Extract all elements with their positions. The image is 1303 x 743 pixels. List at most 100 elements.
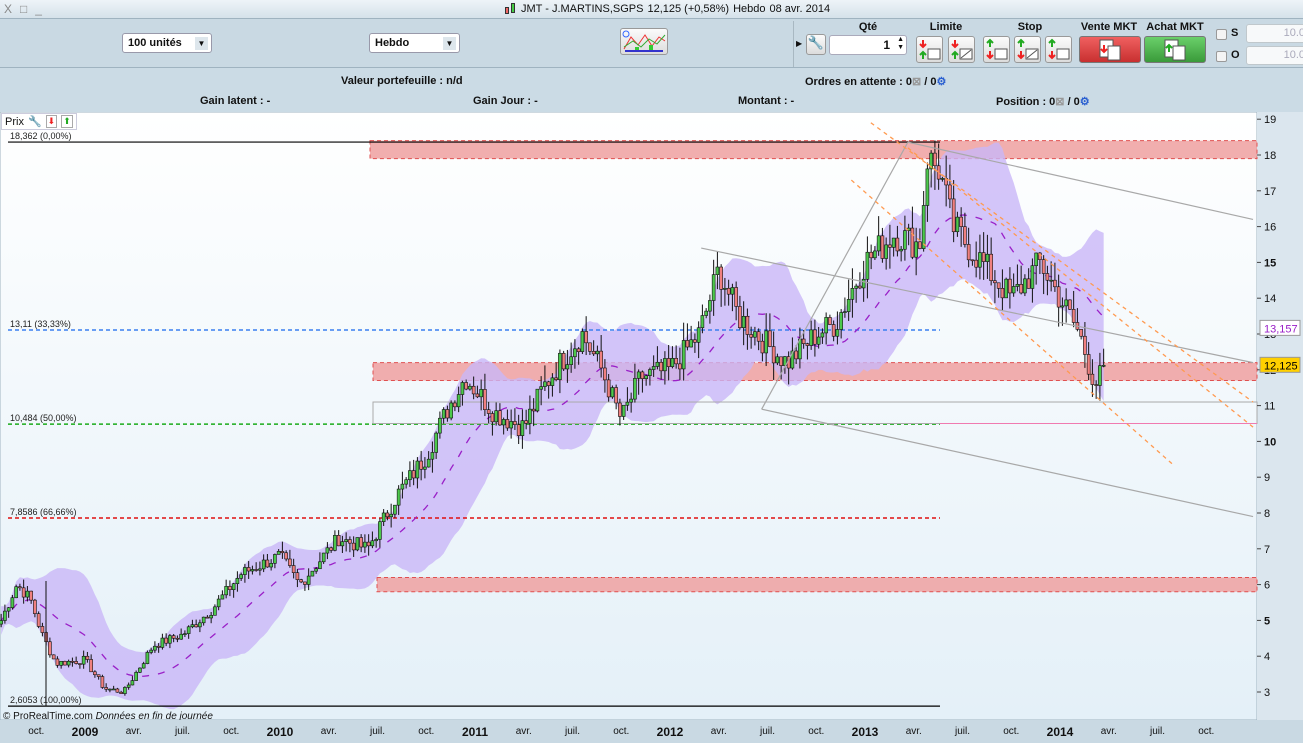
candle-body (779, 356, 783, 366)
candle-body (648, 369, 652, 376)
wrench-icon[interactable]: 🔧 (28, 115, 42, 128)
candle-body (134, 672, 138, 681)
candle-body (1079, 329, 1083, 337)
candle-body (385, 512, 390, 518)
candle-body (925, 168, 930, 206)
x-tick-label: avr. (905, 726, 922, 737)
candle-body (239, 574, 243, 579)
candle-body (546, 381, 551, 386)
candle-body (633, 378, 637, 400)
position-count: Position : 0 (996, 96, 1056, 108)
y-tick-label: 7 (1264, 544, 1270, 556)
x-tick-label: juil. (759, 726, 776, 737)
y-tick-label: 16 (1264, 222, 1276, 234)
candle-body (644, 375, 648, 379)
candle-body (903, 230, 907, 250)
candle-body (276, 551, 281, 555)
candle-body (1008, 278, 1012, 294)
candle-body (981, 252, 986, 262)
candle-body (486, 409, 491, 414)
expand-arrow-icon[interactable]: ▶ (796, 39, 802, 48)
candle-body (771, 346, 776, 364)
candle-body (51, 654, 56, 660)
limit-sell-button[interactable] (948, 36, 975, 63)
timeframe-select[interactable]: Hebdo ▼ (369, 33, 460, 53)
gear-icon[interactable]: ⚙ (937, 76, 947, 88)
candle-body (509, 421, 513, 429)
candle-body (156, 645, 161, 648)
maximize-button[interactable]: □ (20, 2, 27, 16)
sell-arrow-icon[interactable]: ⬇ (45, 115, 58, 128)
x-tick-label: oct. (613, 726, 630, 737)
objective-checkbox[interactable] (1216, 51, 1227, 62)
limit-buy-button[interactable] (916, 36, 943, 63)
candle-body (0, 620, 3, 625)
x-tick-label: oct. (1003, 726, 1020, 737)
stepper-icon[interactable]: ▲ ▼ (897, 36, 904, 52)
candle-body (261, 559, 266, 570)
toolbar: 100 unités ▼ Hebdo ▼ ▶ 🔧 Qté 1 ▲ ▼ Limite St… (0, 19, 1303, 68)
units-select[interactable]: 100 unités ▼ (122, 33, 212, 53)
candle-body (805, 343, 810, 346)
candle-body (501, 419, 506, 426)
candle-body (655, 361, 660, 367)
minimize-button[interactable]: _ (35, 2, 42, 16)
stop-button-3[interactable] (1045, 36, 1072, 63)
candle-body (674, 358, 678, 365)
y-tick-label: 17 (1264, 186, 1276, 198)
buy-arrow-icon[interactable]: ⬆ (61, 115, 73, 128)
candle-body (254, 569, 258, 571)
settings-button[interactable]: 🔧 (806, 34, 826, 55)
candle (355, 537, 360, 552)
candle-body (1086, 354, 1091, 375)
x-tick-label: oct. (1198, 726, 1215, 737)
candle-body (153, 645, 157, 651)
candle-body (48, 641, 52, 656)
price-tag-label: 13,157 (1264, 323, 1298, 335)
gear-icon[interactable]: ⚙ (1080, 96, 1090, 108)
candle-body (760, 340, 765, 354)
latent-gain: Gain latent : - (200, 95, 271, 107)
period: Hebdo (733, 3, 766, 15)
cancel-orders-icon[interactable]: ⊠ (912, 76, 921, 88)
qty-input[interactable]: 1 ▲ ▼ (829, 35, 907, 55)
close-button[interactable]: X (4, 2, 12, 16)
candle-body (36, 613, 41, 627)
limit-order-icon (951, 40, 973, 60)
candle (100, 674, 105, 689)
fibonacci-label: 2,6053 (100,00%) (10, 695, 82, 705)
close-position-icon[interactable]: ⊠ (1055, 96, 1064, 108)
x-tick-label: 2010 (266, 725, 294, 739)
candle-body (355, 537, 360, 551)
sell-label: Vente MKT (1080, 21, 1138, 33)
candle-body (119, 691, 123, 694)
price-chart[interactable]: 18,362 (0,00%) 13,11 (33,33%) 10,484 (50,0… (0, 111, 1303, 722)
candle-body (100, 676, 105, 688)
stop-button-1[interactable] (983, 36, 1010, 63)
sell-market-button[interactable] (1079, 36, 1141, 63)
x-tick-label: oct. (808, 726, 825, 737)
candle-body (438, 417, 442, 434)
stop-loss-input[interactable]: 10.0 (1246, 24, 1303, 43)
candle-body (494, 410, 498, 423)
candle-body (1071, 309, 1076, 323)
candle-body (130, 680, 135, 686)
strategy-chart-button[interactable] (620, 28, 668, 55)
buy-market-button[interactable] (1144, 36, 1206, 63)
candle-body (205, 616, 210, 619)
candle-body (449, 402, 453, 419)
candle-body (1034, 252, 1038, 267)
candle-body (93, 671, 97, 676)
candle-body (171, 635, 176, 639)
candle-body (344, 539, 348, 542)
stop-button-2[interactable] (1014, 36, 1041, 63)
candle-body (828, 317, 832, 325)
candle-body (348, 539, 352, 544)
candle-body (115, 688, 120, 693)
candle-body (869, 251, 873, 259)
candle-body (876, 235, 881, 252)
objective-input[interactable]: 10.0 (1246, 46, 1303, 65)
chevron-down-icon: ▼ (443, 37, 456, 50)
y-tick-label: 18 (1264, 150, 1276, 162)
stop-loss-checkbox[interactable] (1216, 29, 1227, 40)
